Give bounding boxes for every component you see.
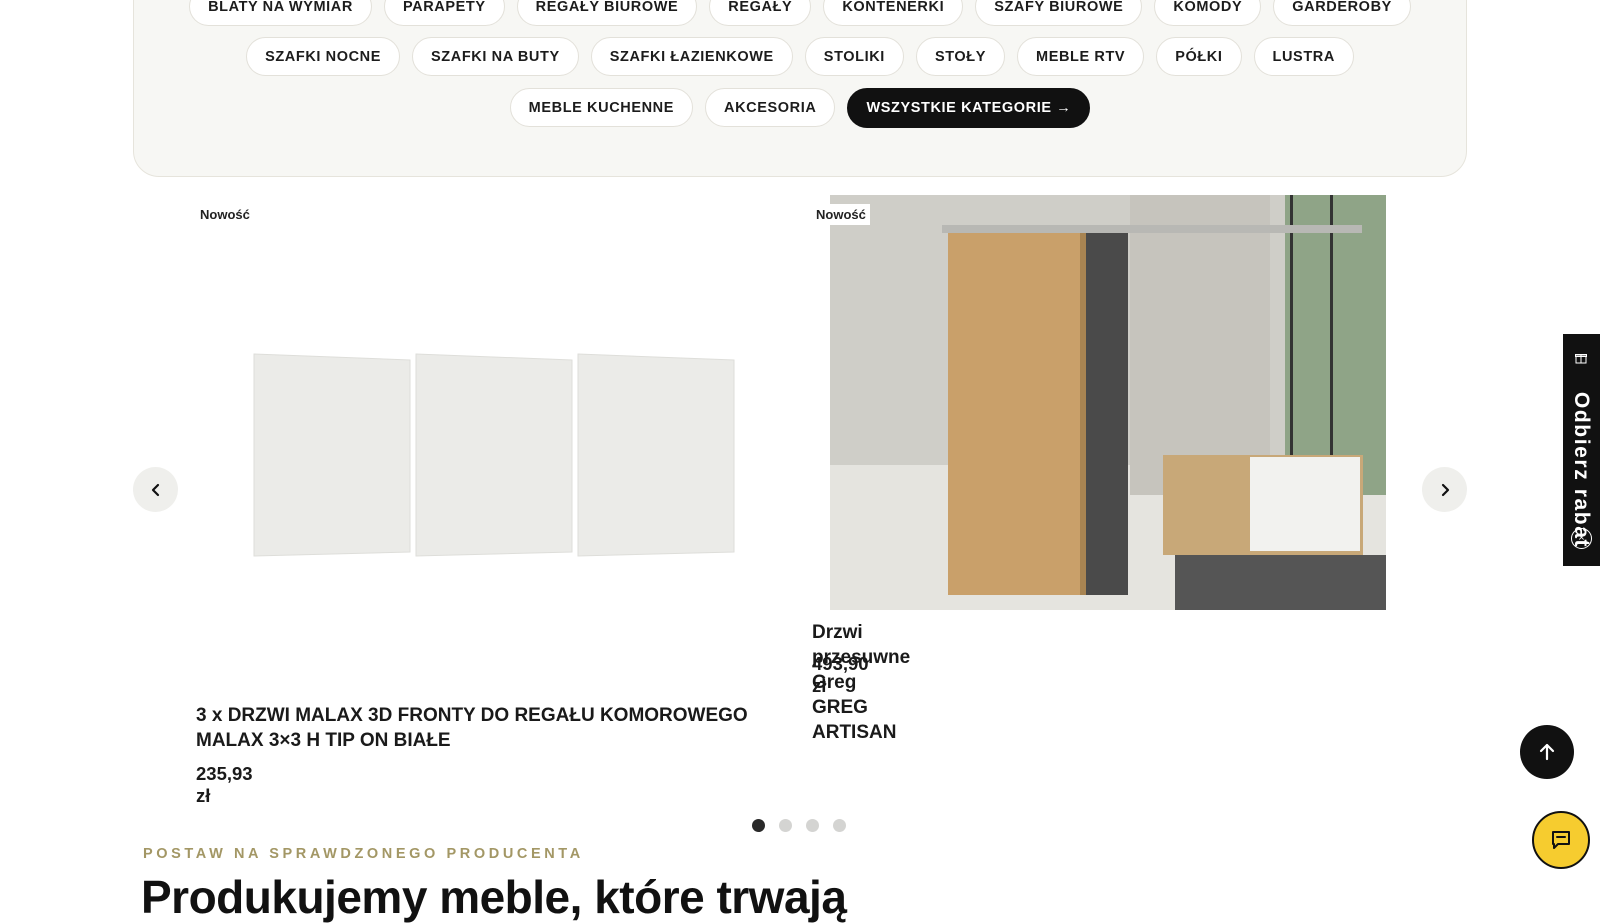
category-row: MEBLE KUCHENNE AKCESORIA WSZYSTKIE KATEG…: [134, 88, 1466, 128]
category-chip[interactable]: AKCESORIA: [705, 88, 836, 127]
product-image[interactable]: [252, 352, 740, 558]
category-row: BLATY NA WYMIAR PARAPETY REGAŁY BIUROWE …: [134, 0, 1466, 26]
category-chip[interactable]: PARAPETY: [383, 0, 505, 26]
category-chip[interactable]: STOLIKI: [804, 37, 904, 76]
category-chip[interactable]: MEBLE RTV: [1017, 37, 1145, 76]
product-image[interactable]: [830, 195, 1386, 610]
category-chip[interactable]: SZAFY BIUROWE: [975, 0, 1143, 26]
all-categories-button[interactable]: WSZYSTKIE KATEGORIE →: [847, 88, 1091, 128]
arrow-up-icon: [1539, 743, 1555, 761]
category-chip[interactable]: REGAŁY BIUROWE: [516, 0, 698, 26]
chat-icon: [1552, 831, 1570, 849]
category-chip[interactable]: SZAFKI ŁAZIENKOWE: [590, 37, 793, 76]
carousel-prev-button[interactable]: [133, 467, 178, 512]
chevron-left-icon: [151, 483, 159, 496]
carousel-pagination: [752, 819, 846, 832]
new-badge: Nowość: [196, 204, 254, 225]
category-chip[interactable]: LUSTRA: [1253, 37, 1354, 76]
category-chip[interactable]: SZAFKI NA BUTY: [412, 37, 579, 76]
category-chip[interactable]: STOŁY: [915, 37, 1006, 76]
pagination-dot[interactable]: [779, 819, 792, 832]
category-chip[interactable]: MEBLE KUCHENNE: [509, 88, 694, 127]
discount-side-tab[interactable]: Odbierz rabat ×: [1563, 334, 1600, 566]
close-icon[interactable]: ×: [1571, 528, 1592, 549]
category-row: SZAFKI NOCNE SZAFKI NA BUTY SZAFKI ŁAZIE…: [134, 37, 1466, 76]
category-chip[interactable]: KONTENERKI: [823, 0, 964, 26]
new-badge: Nowość: [812, 204, 870, 225]
section-eyebrow: POSTAW NA SPRAWDZONEGO PRODUCENTA: [143, 846, 584, 862]
category-panel: BLATY NA WYMIAR PARAPETY REGAŁY BIUROWE …: [133, 0, 1467, 177]
pagination-dot[interactable]: [833, 819, 846, 832]
product-price: 235,93 zł: [196, 763, 253, 806]
category-chip[interactable]: KOMODY: [1154, 0, 1262, 26]
sliding-door-image: [830, 195, 1386, 610]
category-chip[interactable]: GARDEROBY: [1273, 0, 1411, 26]
carousel-next-button[interactable]: [1422, 467, 1467, 512]
category-chip[interactable]: SZAFKI NOCNE: [246, 37, 401, 76]
chat-button[interactable]: [1532, 811, 1590, 869]
category-chip[interactable]: PÓŁKI: [1156, 37, 1242, 76]
gift-icon: [1574, 352, 1588, 366]
cabinet-doors-image: [253, 353, 735, 557]
product-title[interactable]: 3 x DRZWI MALAX 3D FRONTY DO REGAŁU KOMO…: [196, 703, 796, 753]
pagination-dot[interactable]: [806, 819, 819, 832]
category-chip[interactable]: REGAŁY: [709, 0, 812, 26]
pagination-dot[interactable]: [752, 819, 765, 832]
discount-tab-label: Odbierz rabat: [1570, 391, 1593, 549]
scroll-to-top-button[interactable]: [1520, 725, 1574, 779]
category-chip[interactable]: BLATY NA WYMIAR: [189, 0, 372, 26]
product-price: 493,90 zł: [812, 653, 869, 696]
chevron-right-icon: [1441, 483, 1449, 496]
section-heading: Produkujemy meble, które trwają: [141, 871, 847, 923]
